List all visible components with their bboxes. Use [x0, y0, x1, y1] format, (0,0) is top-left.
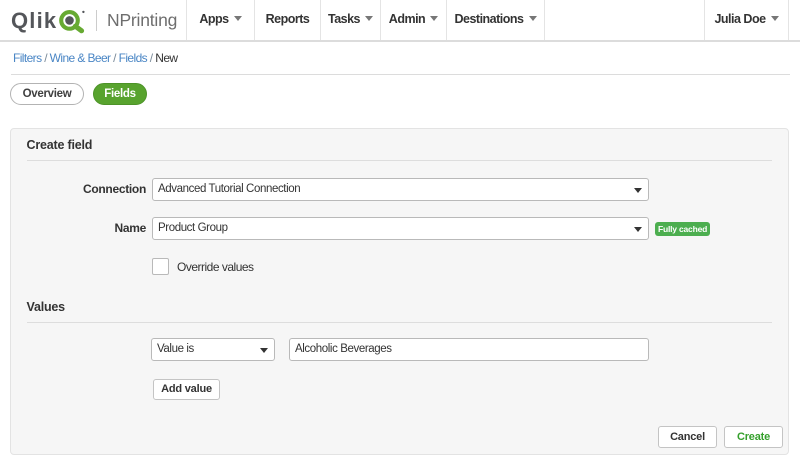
- svg-text:Qlik: Qlik: [11, 8, 57, 33]
